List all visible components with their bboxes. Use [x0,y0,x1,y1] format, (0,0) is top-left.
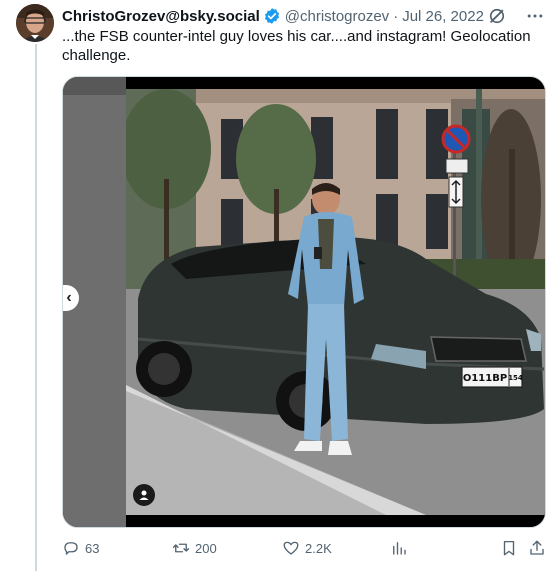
share-icon [530,540,544,555]
tweet-text: ...the FSB counter-intel guy loves his c… [62,28,531,64]
author-name[interactable]: ChristoGrozev@bsky.social [62,8,260,25]
repost-icon [172,543,190,553]
tweet-header: ChristoGrozev@bsky.social @christogrozev… [62,6,484,26]
avatar[interactable] [16,4,54,42]
bookmark-button[interactable] [500,539,518,557]
views-icon [393,542,406,555]
media-photo[interactable]: О111ВР 154 [126,89,545,515]
like-count: 2.2K [305,540,332,556]
plate-number: О111ВР [463,373,507,384]
reply-button[interactable]: 63 [62,539,99,557]
media-bottom-bar [126,515,545,527]
header-separator: · [393,7,399,25]
media-left-panel-top [63,77,126,95]
like-button[interactable]: 2.2K [282,539,332,557]
header-icons [487,6,545,26]
thread-connector-line [35,44,37,571]
plate-region: 154 [508,374,523,382]
like-icon [283,541,299,555]
more-options-icon[interactable] [525,6,545,26]
author-handle[interactable]: @christogrozev [285,8,389,25]
tweet-media[interactable]: О111ВР 154 ‹ [62,76,546,528]
tweet-card[interactable]: ChristoGrozev@bsky.social @christogrozev… [0,0,559,571]
repost-count: 200 [195,540,217,556]
reply-icon [64,542,78,555]
verified-badge-icon [263,7,281,25]
reply-count: 63 [85,540,100,556]
share-button[interactable] [528,539,546,557]
views-button[interactable] [390,539,408,557]
grok-icon[interactable] [487,6,507,26]
bookmark-icon [503,540,515,556]
repost-button[interactable]: 200 [172,539,217,557]
action-bar: 63 200 2.2K [62,539,546,561]
tweet-date[interactable]: Jul 26, 2022 [402,8,484,25]
person-tag-icon[interactable] [133,484,155,506]
